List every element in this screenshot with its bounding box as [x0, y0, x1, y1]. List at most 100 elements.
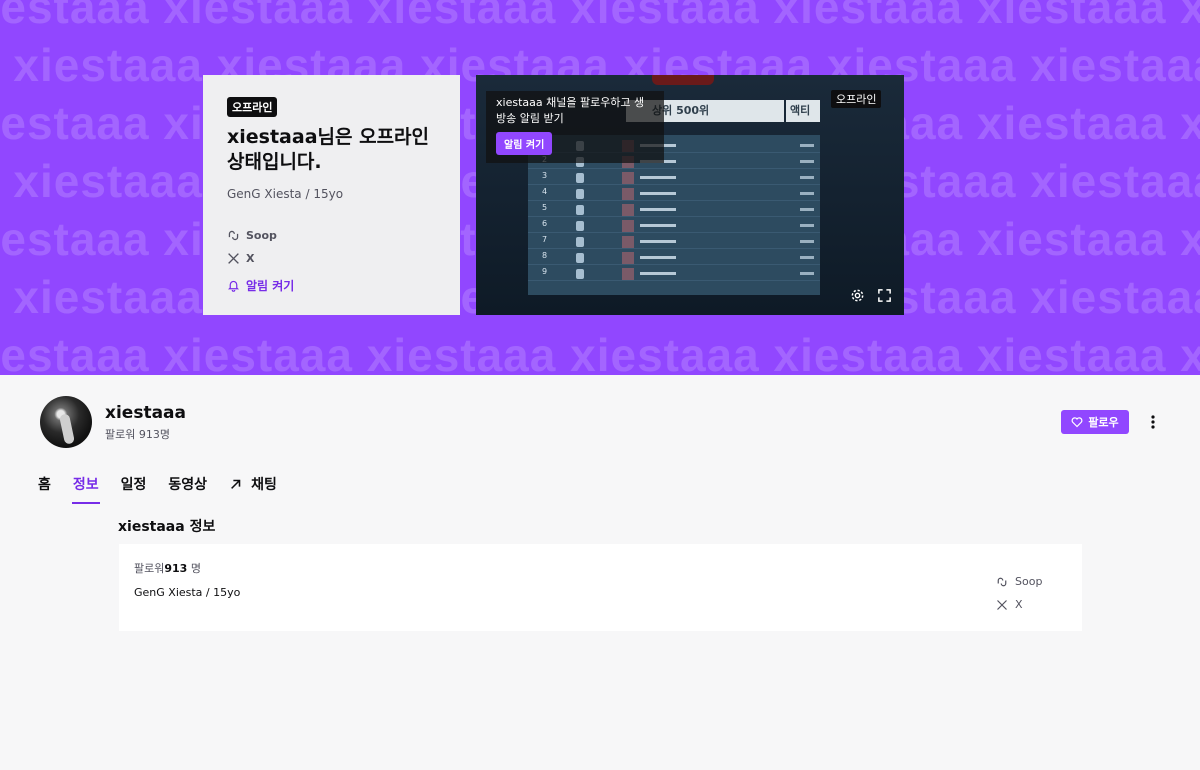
thumbnail-row-line [640, 176, 676, 179]
thumbnail-row-avatar [622, 204, 634, 216]
thumbnail-row-rank: 9 [542, 267, 548, 276]
follow-button[interactable]: 팔로우 [1061, 410, 1129, 434]
thumbnail-row-tick [800, 224, 814, 227]
thumbnail-row: 4 [528, 187, 820, 201]
tab-about[interactable]: 정보 [71, 474, 100, 504]
follow-popup: xiestaaa 채널을 팔로우하고 생방송 알림 받기 알림 켜기 [486, 91, 664, 163]
about-description: GenG Xiesta / 15yo [134, 586, 241, 599]
bell-icon [227, 280, 240, 292]
tab-videos[interactable]: 동영상 [168, 474, 207, 502]
thumbnail-row-icon [576, 189, 584, 199]
tab-about-label: 정보 [72, 477, 99, 493]
thumbnail-row-tick [800, 144, 814, 147]
channel-name[interactable]: xiestaaa [105, 403, 186, 423]
about-soop-label: Soop [1015, 575, 1043, 588]
thumbnail-row: 8 [528, 251, 820, 265]
offline-card: 오프라인 xiestaaa님은 오프라인 상태입니다. GenG Xiesta … [203, 75, 460, 315]
settings-icon[interactable] [850, 288, 865, 303]
offline-subtitle: GenG Xiesta / 15yo [227, 187, 344, 201]
heart-icon [1071, 417, 1083, 428]
thumbnail-row-avatar [622, 172, 634, 184]
thumbnail-row-avatar [622, 188, 634, 200]
x-link-label: X [246, 252, 255, 265]
thumbnail-row-icon [576, 173, 584, 183]
player-controls [850, 288, 892, 303]
banner-pattern-row: xiestaaa xiestaaa xiestaaa xiestaaa xies… [0, 0, 1200, 33]
channel-info: xiestaaa 팔로워 913명 [105, 403, 186, 442]
thumbnail-row-avatar [622, 268, 634, 280]
x-link[interactable]: X [227, 252, 436, 265]
thumbnail-row: 6 [528, 219, 820, 233]
channel-header: xiestaaa 팔로워 913명 [40, 396, 186, 448]
popup-notify-button[interactable]: 알림 켜기 [496, 132, 553, 155]
about-soop-link[interactable]: Soop [996, 575, 1042, 588]
player-offline-badge: 오프라인 [831, 90, 882, 108]
thumbnail-row-line [640, 256, 676, 259]
tab-chat[interactable]: 채팅 [229, 474, 277, 502]
tab-home-label: 홈 [38, 477, 51, 493]
about-x-link[interactable]: X [996, 598, 1042, 611]
offline-badge: 오프라인 [227, 97, 278, 117]
about-panel: 팔로워913 명 GenG Xiesta / 15yo Soop X [119, 544, 1082, 631]
thumbnail-row-rank: 4 [542, 187, 548, 196]
thumbnail-row-tick [800, 208, 814, 211]
thumbnail-top-tab [652, 75, 714, 85]
thumbnail-row-avatar [622, 236, 634, 248]
thumbnail-row-rank: 6 [542, 219, 548, 228]
channel-banner: xiestaaa xiestaaa xiestaaa xiestaaa xies… [0, 0, 1200, 375]
avatar[interactable] [40, 396, 92, 448]
thumbnail-row-tick [800, 240, 814, 243]
about-followers: 팔로워913 명 [134, 560, 201, 576]
x-logo-icon [228, 253, 239, 264]
soop-link-label: Soop [246, 229, 277, 242]
notify-label: 알림 켜기 [246, 279, 295, 293]
thumbnail-row-tick [800, 176, 814, 179]
follower-count: 팔로워 913명 [105, 427, 170, 441]
thumbnail-row-line [640, 224, 676, 227]
thumbnail-row-line [640, 240, 676, 243]
about-followers-label: 팔로워 [134, 562, 165, 575]
about-followers-count: 913 [164, 562, 188, 575]
link-icon [228, 230, 239, 241]
tab-schedule-label: 일정 [120, 477, 147, 493]
banner-pattern-row: xiestaaa xiestaaa xiestaaa xiestaaa xies… [0, 329, 1200, 375]
fullscreen-icon[interactable] [877, 288, 892, 303]
thumbnail-row-rank: 7 [542, 235, 548, 244]
popup-text: xiestaaa 채널을 팔로우하고 생방송 알림 받기 [496, 96, 645, 125]
thumbnail-row: 9 [528, 267, 820, 281]
thumbnail-row-icon [576, 205, 584, 215]
link-icon [997, 577, 1007, 586]
video-player[interactable]: 상위 500위 액티 123456789 xiestaaa 채널을 팔로우하고 … [476, 75, 904, 315]
notify-link[interactable]: 알림 켜기 [227, 277, 436, 294]
thumbnail-row-icon [576, 237, 584, 247]
thumbnail-row-line [640, 208, 676, 211]
more-vertical-icon [1151, 415, 1155, 429]
thumbnail-row-tick [800, 272, 814, 275]
thumbnail-row: 7 [528, 235, 820, 249]
soop-link[interactable]: Soop [227, 229, 436, 242]
thumbnail-row-tick [800, 160, 814, 163]
about-title: xiestaaa 정보 [118, 519, 216, 535]
tab-schedule[interactable]: 일정 [121, 474, 147, 502]
thumbnail-row-line [640, 192, 676, 195]
follow-button-label: 팔로우 [1088, 416, 1119, 429]
tab-home[interactable]: 홈 [38, 474, 51, 502]
external-arrow-icon [231, 479, 241, 489]
thumbnail-row-rank: 3 [542, 171, 548, 180]
thumbnail-row-tick [800, 256, 814, 259]
channel-tabs: 홈 정보 일정 동영상 채팅 [38, 474, 277, 504]
tab-videos-label: 동영상 [168, 477, 208, 493]
more-options-button[interactable] [1144, 410, 1162, 434]
offline-title: xiestaaa님은 오프라인 상태입니다. [227, 126, 430, 173]
thumbnail-row-icon [576, 221, 584, 231]
about-x-label: X [1015, 598, 1023, 611]
thumbnail-row-icon [576, 253, 584, 263]
tab-chat-label: 채팅 [251, 477, 277, 493]
about-social-links: Soop X [996, 575, 1042, 621]
thumbnail-row: 3 [528, 171, 820, 185]
thumbnail-row-rank: 8 [542, 251, 548, 260]
thumbnail-row-icon [576, 269, 584, 279]
thumbnail-row-avatar [622, 220, 634, 232]
thumbnail-select: 액티 [786, 100, 820, 122]
thumbnail-row-avatar [622, 252, 634, 264]
